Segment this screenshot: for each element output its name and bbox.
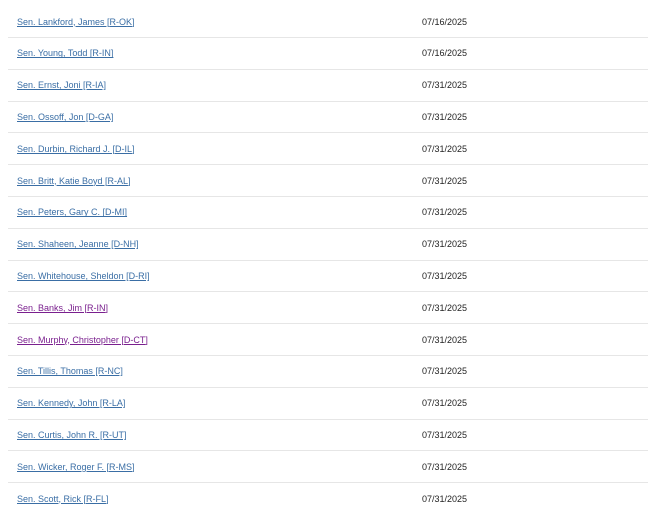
table-row: Sen. Peters, Gary C. [D-MI] 07/31/2025 [8, 195, 648, 228]
sponsor-cell: Sen. Peters, Gary C. [D-MI] [8, 207, 422, 217]
table-row: Sen. Durbin, Richard J. [D-IL] 07/31/202… [8, 132, 648, 164]
sponsor-link[interactable]: Sen. Lankford, James [R-OK] [17, 17, 135, 27]
sponsor-cell: Sen. Tillis, Thomas [R-NC] [8, 366, 422, 376]
table-row: Sen. Whitehouse, Sheldon [D-RI] 07/31/20… [8, 259, 648, 292]
date-cell: 07/31/2025 [422, 334, 468, 345]
table-row: Sen. Young, Todd [R-IN] 07/16/2025 [8, 37, 648, 69]
sponsor-link[interactable]: Sen. Ernst, Joni [R-IA] [17, 80, 106, 90]
table-row: Sen. Kennedy, John [R-LA] 07/31/2025 [8, 386, 648, 419]
sponsor-cell: Sen. Whitehouse, Sheldon [D-RI] [8, 271, 422, 281]
sponsor-link[interactable]: Sen. Murphy, Christopher [D-CT] [17, 335, 148, 345]
sponsor-cell: Sen. Young, Todd [R-IN] [8, 48, 422, 58]
sponsor-link[interactable]: Sen. Ossoff, Jon [D-GA] [17, 112, 113, 122]
sponsor-link[interactable]: Sen. Young, Todd [R-IN] [17, 48, 113, 58]
date-cell: 07/31/2025 [422, 111, 468, 122]
table-row: Sen. Scott, Rick [R-FL] 07/31/2025 [8, 482, 648, 513]
date-cell: 07/31/2025 [422, 429, 468, 440]
date-cell: 07/31/2025 [422, 302, 468, 313]
table-row: Sen. Shaheen, Jeanne [D-NH] 07/31/2025 [8, 227, 648, 260]
sponsor-link[interactable]: Sen. Banks, Jim [R-IN] [17, 303, 108, 313]
sponsor-cell: Sen. Curtis, John R. [R-UT] [8, 430, 422, 440]
date-cell: 07/31/2025 [422, 175, 468, 186]
date-cell: 07/31/2025 [422, 143, 468, 154]
sponsor-cell: Sen. Ernst, Joni [R-IA] [8, 80, 422, 90]
sponsor-cell: Sen. Britt, Katie Boyd [R-AL] [8, 176, 422, 186]
table-row: Sen. Ernst, Joni [R-IA] 07/31/2025 [8, 68, 648, 101]
date-cell: 07/31/2025 [422, 239, 468, 250]
date-cell: 07/31/2025 [422, 80, 468, 91]
sponsor-link[interactable]: Sen. Curtis, John R. [R-UT] [17, 430, 127, 440]
date-cell: 07/31/2025 [422, 493, 468, 504]
table-row: Sen. Curtis, John R. [R-UT] 07/31/2025 [8, 418, 648, 451]
sponsor-cell: Sen. Scott, Rick [R-FL] [8, 494, 422, 504]
sponsor-link[interactable]: Sen. Tillis, Thomas [R-NC] [17, 366, 123, 376]
table-row: Sen. Ossoff, Jon [D-GA] 07/31/2025 [8, 100, 648, 133]
sponsor-cell: Sen. Murphy, Christopher [D-CT] [8, 335, 422, 345]
sponsor-link[interactable]: Sen. Wicker, Roger F. [R-MS] [17, 462, 135, 472]
sponsor-link[interactable]: Sen. Britt, Katie Boyd [R-AL] [17, 176, 131, 186]
sponsor-link[interactable]: Sen. Kennedy, John [R-LA] [17, 398, 125, 408]
sponsor-link[interactable]: Sen. Scott, Rick [R-FL] [17, 494, 109, 504]
sponsor-link[interactable]: Sen. Shaheen, Jeanne [D-NH] [17, 239, 139, 249]
sponsor-cell: Sen. Wicker, Roger F. [R-MS] [8, 462, 422, 472]
cosponsors-table: Sen. Lankford, James [R-OK] 07/16/2025 S… [8, 6, 648, 513]
date-cell: 07/31/2025 [422, 461, 468, 472]
sponsor-cell: Sen. Lankford, James [R-OK] [8, 17, 422, 27]
sponsor-cell: Sen. Durbin, Richard J. [D-IL] [8, 144, 422, 154]
table-row: Sen. Banks, Jim [R-IN] 07/31/2025 [8, 291, 648, 323]
sponsor-cell: Sen. Ossoff, Jon [D-GA] [8, 112, 422, 122]
sponsor-link[interactable]: Sen. Peters, Gary C. [D-MI] [17, 207, 127, 217]
table-row: Sen. Britt, Katie Boyd [R-AL] 07/31/2025 [8, 164, 648, 196]
table-row: Sen. Wicker, Roger F. [R-MS] 07/31/2025 [8, 450, 648, 482]
date-cell: 07/31/2025 [422, 398, 468, 409]
date-cell: 07/16/2025 [422, 16, 468, 27]
date-cell: 07/31/2025 [422, 270, 468, 281]
date-cell: 07/31/2025 [422, 207, 468, 218]
sponsor-cell: Sen. Shaheen, Jeanne [D-NH] [8, 239, 422, 249]
sponsor-link[interactable]: Sen. Durbin, Richard J. [D-IL] [17, 144, 135, 154]
table-row: Sen. Murphy, Christopher [D-CT] 07/31/20… [8, 323, 648, 355]
table-row: Sen. Tillis, Thomas [R-NC] 07/31/2025 [8, 354, 648, 387]
sponsor-link[interactable]: Sen. Whitehouse, Sheldon [D-RI] [17, 271, 150, 281]
table-row: Sen. Lankford, James [R-OK] 07/16/2025 [8, 6, 648, 37]
sponsor-cell: Sen. Kennedy, John [R-LA] [8, 398, 422, 408]
date-cell: 07/16/2025 [422, 48, 468, 59]
sponsor-cell: Sen. Banks, Jim [R-IN] [8, 303, 422, 313]
date-cell: 07/31/2025 [422, 366, 468, 377]
